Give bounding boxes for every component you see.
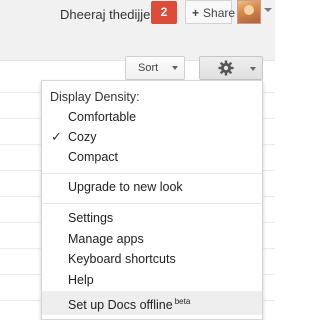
docs-offline-label: Set up Docs offline: [68, 298, 173, 313]
menu-item-cozy-label: Cozy: [68, 130, 97, 144]
menu-item-cozy[interactable]: ✓ Cozy: [42, 127, 262, 147]
chevron-down-icon: [250, 67, 256, 71]
settings-gear-button[interactable]: [199, 56, 263, 80]
sort-button[interactable]: Sort: [125, 56, 185, 80]
gear-icon: [218, 60, 234, 76]
chevron-down-icon[interactable]: [264, 8, 272, 12]
chevron-down-icon: [172, 66, 178, 70]
menu-item-compact[interactable]: Compact: [42, 147, 262, 167]
settings-menu: Display Density: Comfortable ✓ Cozy Comp…: [41, 80, 263, 320]
notification-badge[interactable]: 2: [151, 1, 177, 24]
avatar[interactable]: [237, 0, 261, 24]
display-density-header: Display Density:: [50, 90, 140, 104]
check-icon: ✓: [51, 129, 62, 144]
menu-item-upgrade[interactable]: Upgrade to new look: [42, 177, 262, 197]
share-label: Share: [203, 6, 236, 20]
user-name[interactable]: Dheeraj thedijje: [60, 7, 150, 22]
menu-item-help[interactable]: Help: [42, 270, 262, 290]
menu-item-manage-apps[interactable]: Manage apps: [42, 229, 262, 249]
sort-label: Sort: [138, 62, 159, 74]
menu-item-settings[interactable]: Settings: [42, 208, 262, 228]
menu-item-comfortable[interactable]: Comfortable: [42, 107, 262, 127]
top-bar: Dheeraj thedijje 2 + Share: [0, 0, 275, 61]
share-button[interactable]: + Share: [185, 0, 236, 24]
menu-divider: [42, 203, 262, 204]
plus-icon: +: [192, 6, 200, 20]
menu-item-keyboard-shortcuts[interactable]: Keyboard shortcuts: [42, 249, 262, 269]
menu-divider: [42, 173, 262, 174]
menu-item-docs-offline[interactable]: Set up Docs offline beta: [42, 291, 262, 315]
beta-badge: beta: [174, 297, 191, 306]
